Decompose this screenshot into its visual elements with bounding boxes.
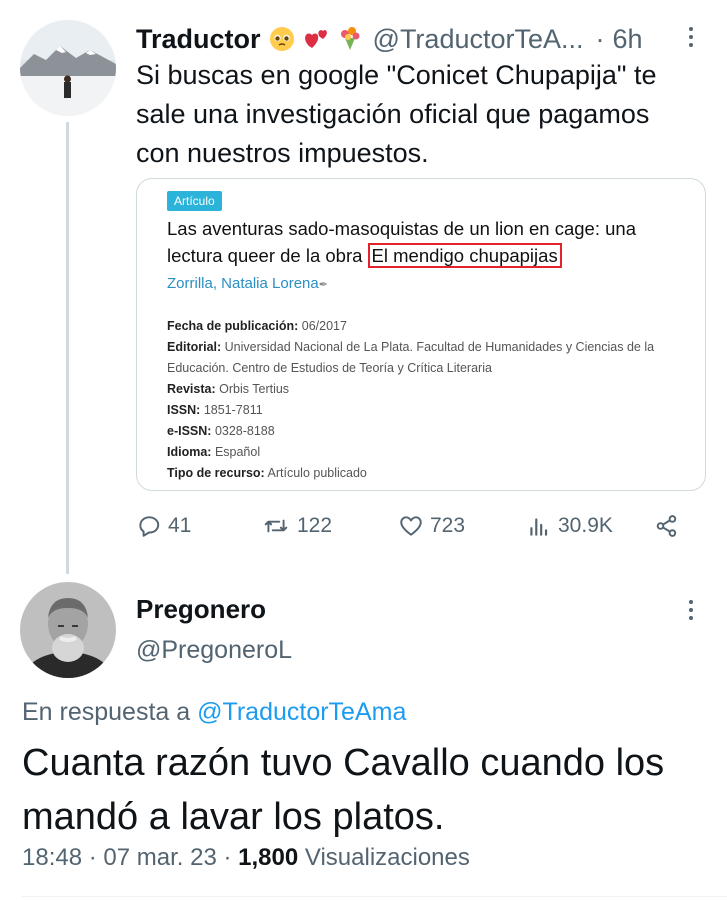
divider xyxy=(22,896,727,897)
attached-image-card[interactable]: Artículo Las aventuras sado-masoquistas … xyxy=(136,178,706,491)
avatar[interactable] xyxy=(20,20,116,116)
thread-connector-line xyxy=(66,122,69,574)
reply-prefix: En respuesta a xyxy=(22,698,191,726)
handle[interactable]: @PregoneroL xyxy=(136,636,292,665)
meta-row: Fecha de publicación: 06/2017 xyxy=(167,319,347,333)
two-hearts-icon xyxy=(304,30,327,48)
tweet-text: Cuanta razón tuvo Cavallo cuando los man… xyxy=(22,742,665,838)
tweet-header: Traductor @TraductorTeA... · 6h xyxy=(136,22,707,56)
pleading-face-emoji-icon xyxy=(269,27,294,51)
retweet-button[interactable]: 122 xyxy=(261,508,332,544)
avatar[interactable] xyxy=(20,582,116,678)
separator-dot: · xyxy=(595,23,605,54)
display-name[interactable]: Traductor xyxy=(136,24,261,55)
highlighted-title-text: El mendigo chupapijas xyxy=(367,243,562,268)
meta-row: Revista: Orbis Tertius xyxy=(167,382,290,396)
timestamp[interactable]: 6h xyxy=(613,24,643,55)
meta-row: Idioma: Español xyxy=(167,445,261,459)
article-badge: Artículo xyxy=(167,191,222,211)
share-button[interactable] xyxy=(654,508,686,544)
display-name[interactable]: Pregonero xyxy=(136,594,266,625)
meta-row: Tipo de recurso: Artículo publicado xyxy=(167,466,367,480)
share-icon xyxy=(656,515,677,537)
tweet-actions: 41 122 723 30.9K xyxy=(136,508,696,544)
more-options-icon[interactable] xyxy=(688,27,694,49)
views-count: 1,800 xyxy=(238,844,299,871)
retweet-icon xyxy=(264,519,288,533)
separator-dot: · xyxy=(223,844,232,871)
retweet-count: 122 xyxy=(297,514,333,537)
author-link-icon: ✒ xyxy=(318,279,328,291)
reply-context: En respuesta a @TraductorTeAma xyxy=(22,698,406,727)
meta-row: e-ISSN: 0328-8188 xyxy=(167,424,275,438)
tweet-text: Si buscas en google "Conicet Chupapija" … xyxy=(136,60,657,168)
reply-icon xyxy=(139,516,160,537)
replied-user-link[interactable]: @TraductorTeAma xyxy=(197,698,406,726)
bouquet-icon xyxy=(340,27,360,50)
more-options-icon[interactable] xyxy=(688,600,694,622)
article-title: Las aventuras sado-masoquistas de un lio… xyxy=(167,215,687,269)
tweet-date[interactable]: 07 mar. 23 xyxy=(103,844,216,871)
reply-count: 41 xyxy=(168,514,192,537)
meta-row: ISSN: 1851-7811 xyxy=(167,403,263,417)
heart-icon xyxy=(400,516,422,536)
meta-row: Editorial: Universidad Nacional de La Pl… xyxy=(167,340,655,375)
portrait-photo-avatar xyxy=(20,582,116,678)
like-count: 723 xyxy=(430,514,466,537)
views-button[interactable]: 30.9K xyxy=(526,508,613,544)
tweet-time[interactable]: 18:48 xyxy=(22,844,82,871)
views-count: 30.9K xyxy=(558,514,613,537)
handle[interactable]: @TraductorTeA... xyxy=(373,24,584,55)
reply-button[interactable]: 41 xyxy=(136,508,191,544)
mountain-photo-avatar xyxy=(20,20,116,116)
article-metadata: Fecha de publicación: 06/2017 Editorial:… xyxy=(167,316,687,484)
tweet-metadata: 18:48 · 07 mar. 23 · 1,800 Visualizacion… xyxy=(22,844,470,872)
views-label: Visualizaciones xyxy=(304,844,470,871)
like-button[interactable]: 723 xyxy=(398,508,465,544)
separator-dot: · xyxy=(88,844,97,871)
views-chart-icon xyxy=(530,518,548,536)
article-author: Zorrilla, Natalia Lorena✒ xyxy=(167,275,328,292)
